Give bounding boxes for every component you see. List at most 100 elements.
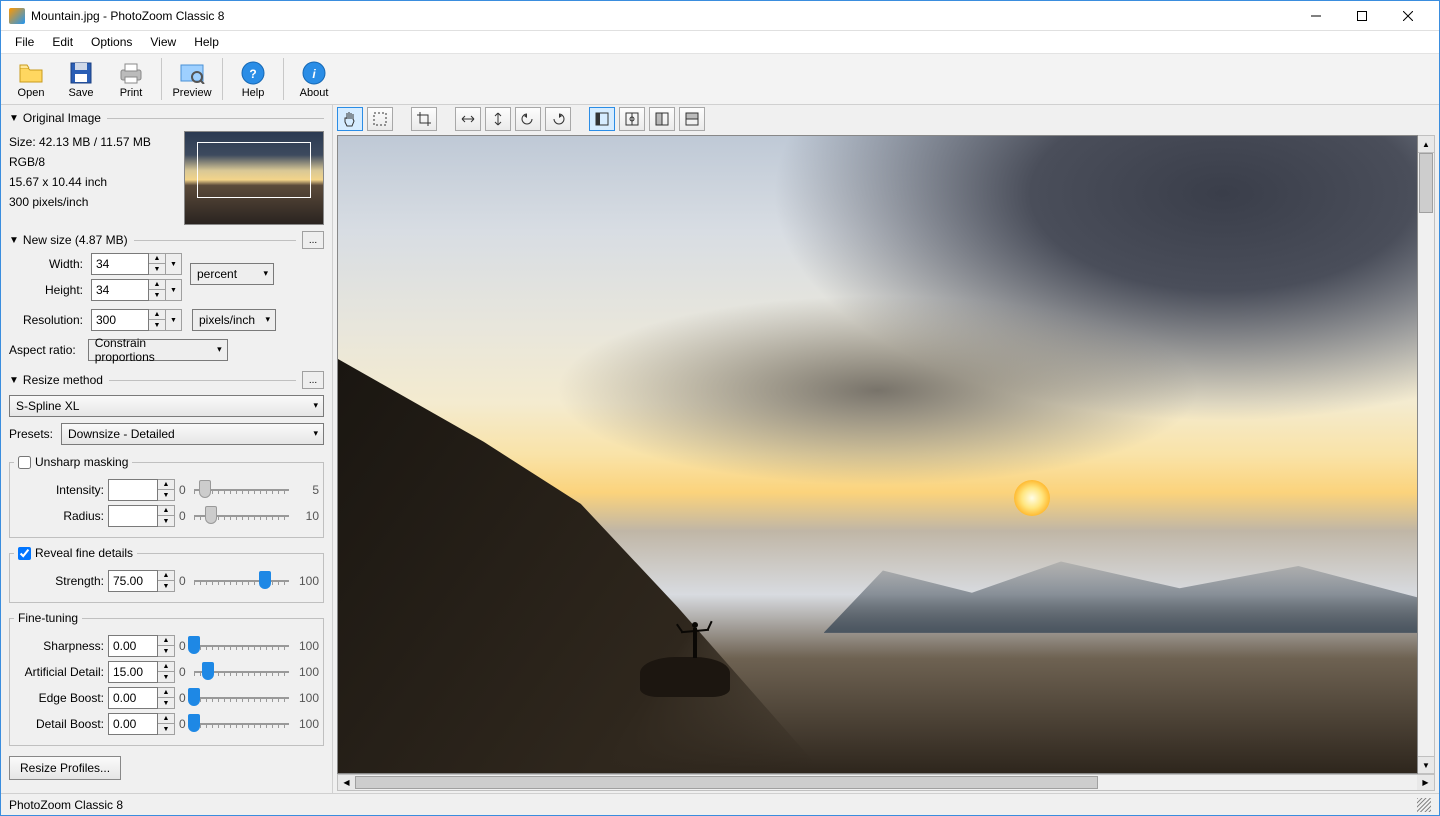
maximize-button[interactable] bbox=[1339, 1, 1385, 31]
height-label: Height: bbox=[9, 283, 87, 297]
artificial-detail-input[interactable] bbox=[108, 661, 158, 683]
resize-grip-icon[interactable] bbox=[1417, 798, 1431, 812]
menu-help[interactable]: Help bbox=[186, 33, 227, 51]
new-size-header[interactable]: ▼ New size (4.87 MB) ... bbox=[9, 231, 324, 249]
hand-tool-button[interactable] bbox=[337, 107, 363, 131]
crop-tool-button[interactable] bbox=[411, 107, 437, 131]
print-button[interactable]: Print bbox=[107, 55, 155, 103]
original-image-info: Size: 42.13 MB / 11.57 MB RGB/8 15.67 x … bbox=[9, 131, 151, 225]
resolution-label: Resolution: bbox=[9, 313, 87, 327]
collapse-icon: ▼ bbox=[9, 235, 19, 246]
edge-boost-input[interactable] bbox=[108, 687, 158, 709]
preview-icon bbox=[178, 60, 206, 86]
artificial-detail-slider[interactable] bbox=[194, 662, 289, 682]
image-canvas[interactable] bbox=[337, 135, 1418, 774]
strength-input[interactable] bbox=[108, 570, 158, 592]
info-icon: i bbox=[300, 60, 328, 86]
unsharp-masking-group: Unsharp masking Intensity: ▲▼ 0 5 Radius… bbox=[9, 455, 324, 538]
unsharp-masking-checkbox[interactable] bbox=[18, 456, 31, 469]
presets-select[interactable]: Downsize - Detailed bbox=[61, 423, 324, 445]
height-dropdown[interactable]: ▼ bbox=[166, 279, 182, 301]
fine-tuning-group: Fine-tuning Sharpness: ▲▼ 0 100 Artifici… bbox=[9, 611, 324, 746]
toolbar-divider bbox=[283, 58, 284, 100]
reveal-details-checkbox[interactable] bbox=[18, 547, 31, 560]
resize-method-more-button[interactable]: ... bbox=[302, 371, 324, 389]
svg-text:?: ? bbox=[249, 67, 256, 81]
detail-boost-slider[interactable] bbox=[194, 714, 289, 734]
help-button[interactable]: ? Help bbox=[229, 55, 277, 103]
original-dims: 15.67 x 10.44 inch bbox=[9, 175, 151, 189]
marquee-tool-button[interactable] bbox=[367, 107, 393, 131]
edge-boost-slider[interactable] bbox=[194, 688, 289, 708]
rotate-left-button[interactable] bbox=[515, 107, 541, 131]
main-toolbar: Open Save Print Preview ? Help i About bbox=[1, 53, 1439, 105]
toolbar-divider bbox=[222, 58, 223, 100]
resolution-unit-select[interactable]: pixels/inch bbox=[192, 309, 276, 331]
close-button[interactable] bbox=[1385, 1, 1431, 31]
presets-label: Presets: bbox=[9, 427, 53, 441]
original-res: 300 pixels/inch bbox=[9, 195, 151, 209]
rotate-right-button[interactable] bbox=[545, 107, 571, 131]
width-spinner[interactable]: ▲▼ bbox=[149, 253, 166, 275]
window-title: Mountain.jpg - PhotoZoom Classic 8 bbox=[31, 9, 1293, 23]
floppy-icon bbox=[67, 60, 95, 86]
titlebar: Mountain.jpg - PhotoZoom Classic 8 bbox=[1, 1, 1439, 31]
resize-method-header[interactable]: ▼ Resize method ... bbox=[9, 371, 324, 389]
intensity-slider[interactable] bbox=[194, 480, 289, 500]
sharpness-slider[interactable] bbox=[194, 636, 289, 656]
original-image-header[interactable]: ▼ Original Image bbox=[9, 109, 324, 127]
help-icon: ? bbox=[239, 60, 267, 86]
width-input[interactable] bbox=[91, 253, 149, 275]
aspect-ratio-select[interactable]: Constrain proportions bbox=[88, 339, 228, 361]
resolution-spinner[interactable]: ▲▼ bbox=[149, 309, 166, 331]
original-thumbnail[interactable] bbox=[184, 131, 324, 225]
aspect-ratio-label: Aspect ratio: bbox=[9, 343, 80, 357]
app-icon bbox=[9, 8, 25, 24]
horizontal-scrollbar[interactable]: ◀ ▶ bbox=[337, 774, 1435, 791]
about-button[interactable]: i About bbox=[290, 55, 338, 103]
view-split-vertical-button[interactable] bbox=[649, 107, 675, 131]
resize-method-select[interactable]: S-Spline XL bbox=[9, 395, 324, 417]
height-input[interactable] bbox=[91, 279, 149, 301]
preview-image bbox=[338, 136, 1417, 773]
main-panel: ▲ ▼ ◀ ▶ bbox=[333, 105, 1439, 793]
menu-edit[interactable]: Edit bbox=[44, 33, 81, 51]
resize-profiles-button[interactable]: Resize Profiles... bbox=[9, 756, 121, 780]
save-button[interactable]: Save bbox=[57, 55, 105, 103]
flip-horizontal-button[interactable] bbox=[455, 107, 481, 131]
height-spinner[interactable]: ▲▼ bbox=[149, 279, 166, 301]
original-mode: RGB/8 bbox=[9, 155, 151, 169]
minimize-button[interactable] bbox=[1293, 1, 1339, 31]
menu-file[interactable]: File bbox=[7, 33, 42, 51]
view-single-button[interactable] bbox=[589, 107, 615, 131]
width-label: Width: bbox=[9, 257, 87, 271]
menubar: File Edit Options View Help bbox=[1, 31, 1439, 53]
size-unit-select[interactable]: percent bbox=[190, 263, 274, 285]
intensity-input[interactable] bbox=[108, 479, 158, 501]
sharpness-input[interactable] bbox=[108, 635, 158, 657]
view-split-center-button[interactable] bbox=[619, 107, 645, 131]
sidebar: ▼ Original Image Size: 42.13 MB / 11.57 … bbox=[1, 105, 333, 793]
reveal-fine-details-group: Reveal fine details Strength: ▲▼ 0 100 bbox=[9, 546, 324, 603]
menu-options[interactable]: Options bbox=[83, 33, 140, 51]
new-size-more-button[interactable]: ... bbox=[302, 231, 324, 249]
resolution-input[interactable] bbox=[91, 309, 149, 331]
vertical-scrollbar[interactable]: ▲ ▼ bbox=[1418, 135, 1435, 774]
preview-button[interactable]: Preview bbox=[168, 55, 216, 103]
width-dropdown[interactable]: ▼ bbox=[166, 253, 182, 275]
image-toolbar bbox=[333, 105, 1439, 133]
status-text: PhotoZoom Classic 8 bbox=[9, 798, 123, 812]
menu-view[interactable]: View bbox=[142, 33, 184, 51]
radius-input[interactable] bbox=[108, 505, 158, 527]
toolbar-divider bbox=[161, 58, 162, 100]
detail-boost-input[interactable] bbox=[108, 713, 158, 735]
original-size: Size: 42.13 MB / 11.57 MB bbox=[9, 135, 151, 149]
radius-slider[interactable] bbox=[194, 506, 289, 526]
view-split-horizontal-button[interactable] bbox=[679, 107, 705, 131]
resolution-dropdown[interactable]: ▼ bbox=[166, 309, 182, 331]
collapse-icon: ▼ bbox=[9, 113, 19, 124]
flip-vertical-button[interactable] bbox=[485, 107, 511, 131]
statusbar: PhotoZoom Classic 8 bbox=[1, 793, 1439, 815]
strength-slider[interactable] bbox=[194, 571, 289, 591]
open-button[interactable]: Open bbox=[7, 55, 55, 103]
